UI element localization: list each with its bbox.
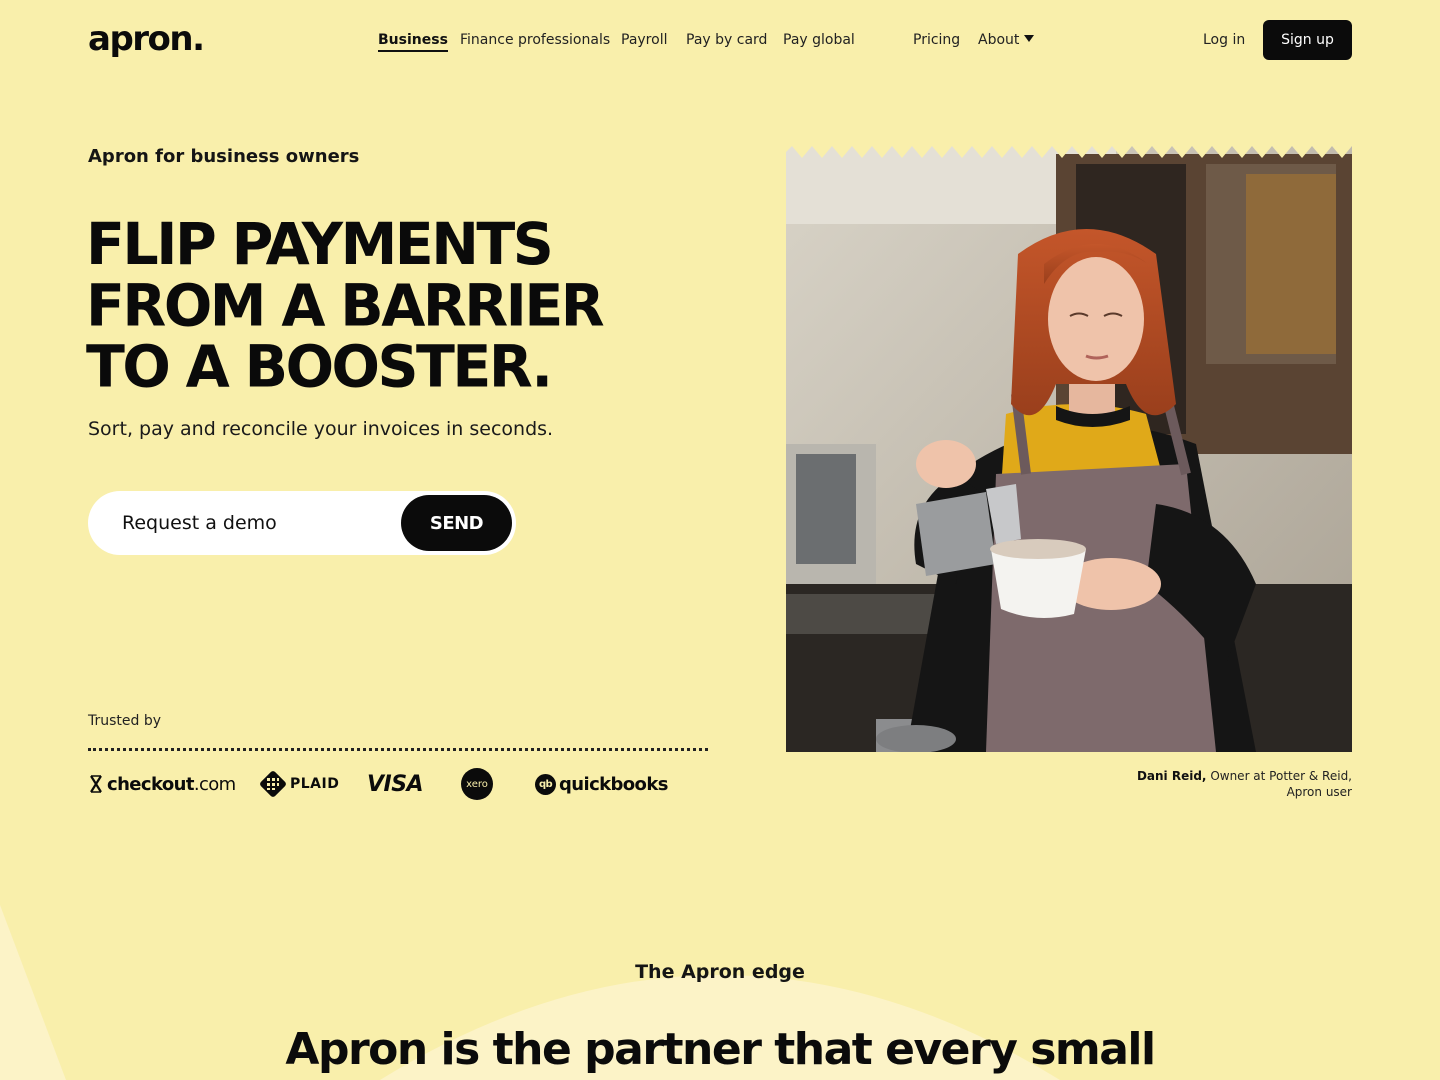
nav-payroll[interactable]: Payroll — [621, 31, 667, 49]
edge-section-title: Apron is the partner that every small — [0, 1020, 1440, 1080]
caret-down-icon — [1024, 35, 1035, 42]
visa-logo: VISA — [367, 766, 424, 802]
nav-pay-by-card[interactable]: Pay by card — [686, 31, 767, 49]
quickbooks-icon: qb — [535, 773, 556, 795]
plaid-logo: PLAID — [260, 766, 339, 802]
checkout-icon — [90, 775, 102, 793]
xero-wordmark: xero — [466, 778, 488, 790]
title-emphasis: partner — [584, 1024, 762, 1075]
apron-logo[interactable]: apron. — [88, 22, 205, 56]
dotted-divider — [88, 748, 708, 751]
xero-icon: xero — [461, 768, 493, 800]
nav-pricing[interactable]: Pricing — [913, 31, 960, 49]
visa-wordmark: VISA — [367, 771, 424, 797]
title-text: Apron is the — [285, 1024, 585, 1075]
caption-role-line2: Apron user — [1286, 785, 1352, 799]
hero-eyebrow: Apron for business owners — [88, 146, 360, 167]
nav-about-label: About — [978, 32, 1020, 48]
barista-photo-illustration — [786, 144, 1352, 752]
plaid-icon — [260, 771, 286, 797]
hero-headline: FLIP PAYMENTS FROM A BARRIER TO A BOOSTE… — [86, 214, 726, 398]
checkout-wordmark-suffix: .com — [193, 773, 236, 795]
hero-photo — [786, 144, 1352, 752]
xero-logo: xero — [461, 766, 493, 802]
nav-pay-global[interactable]: Pay global — [783, 31, 855, 49]
headline-line: FLIP PAYMENTS — [86, 211, 554, 279]
caption-role: Owner at Potter & Reid, — [1206, 769, 1352, 783]
caption-name: Dani Reid, — [1136, 769, 1207, 783]
nav-about[interactable]: About — [978, 31, 1035, 49]
request-demo-input[interactable] — [122, 509, 382, 537]
quickbooks-logo: qb quickbooks — [535, 766, 668, 802]
photo-caption: Dani Reid, Owner at Potter & Reid, Apron… — [1060, 768, 1352, 800]
quickbooks-wordmark: quickbooks — [559, 773, 668, 795]
hero-subhead: Sort, pay and reconcile your invoices in… — [88, 418, 554, 440]
checkout-wordmark: checkout — [107, 773, 194, 795]
headline-line: TO A BOOSTER. — [86, 333, 553, 401]
nav-finance-professionals[interactable]: Finance professionals — [460, 31, 610, 49]
trusted-by-label: Trusted by — [88, 713, 162, 729]
nav-business[interactable]: Business — [378, 31, 448, 52]
zigzag-edge — [786, 144, 1352, 158]
signup-button[interactable]: Sign up — [1263, 20, 1352, 60]
send-button[interactable]: SEND — [401, 495, 512, 551]
site-header: apron. Business Finance professionals Pa… — [0, 0, 1440, 80]
headline-line: FROM A BARRIER — [86, 272, 605, 340]
request-demo-form: SEND — [88, 491, 516, 555]
quickbooks-mark: qb — [538, 778, 553, 790]
edge-section-eyebrow: The Apron edge — [635, 961, 805, 983]
checkout-logo: checkout .com — [88, 766, 236, 802]
login-link[interactable]: Log in — [1203, 31, 1245, 49]
plaid-wordmark: PLAID — [290, 776, 340, 792]
title-text: that every small — [760, 1024, 1156, 1075]
